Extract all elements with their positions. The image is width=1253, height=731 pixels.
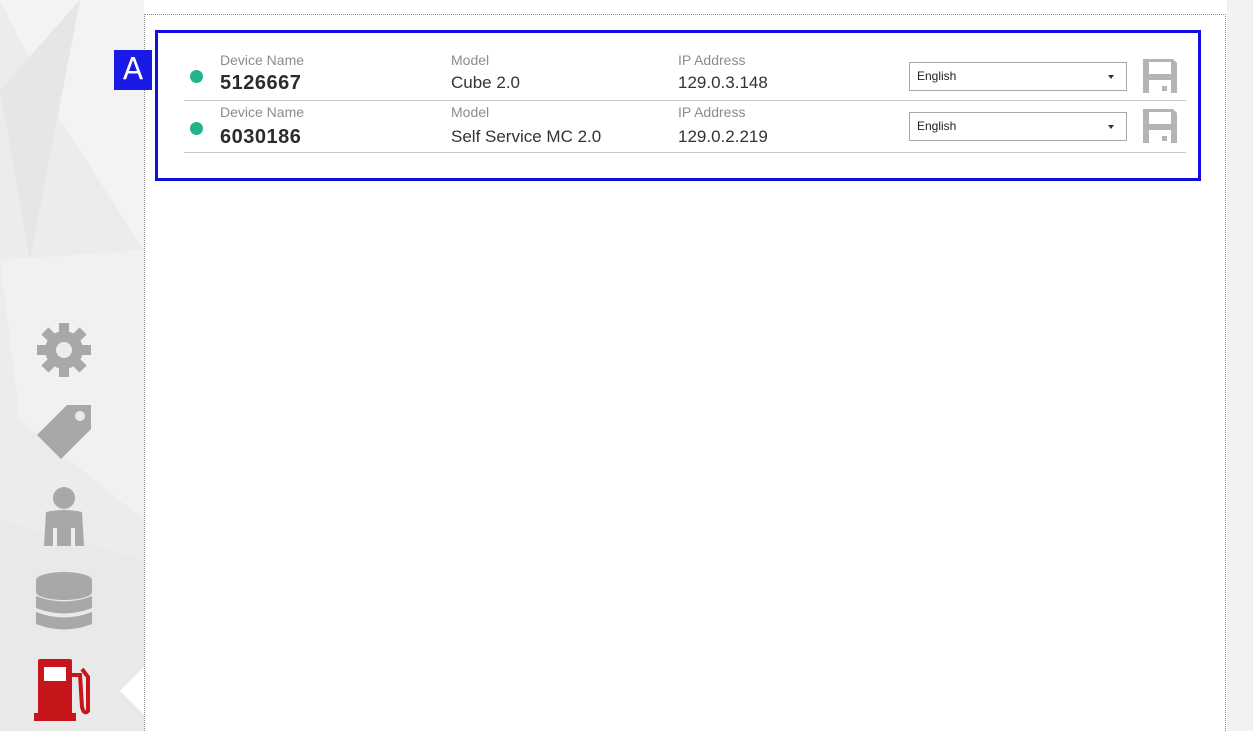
annotation-badge: A	[114, 50, 152, 90]
floppy-disk-icon	[1143, 109, 1177, 143]
ip-address-value: 129.0.2.219	[678, 127, 768, 146]
device-name-value: 5126667	[220, 72, 302, 94]
sidebar-item-settings[interactable]	[28, 316, 100, 384]
device-row: Device Name 5126667 Model Cube 2.0 IP Ad…	[184, 51, 1186, 101]
language-select[interactable]: English	[909, 112, 1127, 141]
device-name-value: 6030186	[220, 126, 302, 148]
person-icon	[44, 487, 84, 546]
floppy-disk-icon	[1143, 59, 1177, 93]
model-label: Model	[451, 52, 490, 68]
save-button[interactable]	[1141, 57, 1179, 95]
device-name-label: Device Name	[220, 52, 305, 68]
gear-icon	[37, 323, 91, 377]
chevron-down-icon	[1108, 75, 1114, 79]
sidebar-item-database[interactable]	[28, 569, 100, 637]
language-select-value: English	[917, 119, 957, 133]
fuel-pump-icon	[34, 659, 90, 721]
sidebar-item-users[interactable]	[28, 482, 100, 550]
language-select-value: English	[917, 69, 957, 83]
tag-icon	[37, 405, 91, 459]
ip-address-label: IP Address	[678, 104, 746, 120]
ip-address-label: IP Address	[678, 52, 746, 68]
sidebar-item-tags[interactable]	[28, 398, 100, 466]
chevron-down-icon	[1108, 125, 1114, 129]
model-value: Self Service MC 2.0	[451, 127, 602, 146]
active-nav-pointer	[120, 667, 144, 715]
model-value: Cube 2.0	[451, 73, 520, 92]
database-icon	[36, 572, 92, 630]
model-label: Model	[451, 104, 490, 120]
device-row: Device Name 6030186 Model Self Service M…	[184, 103, 1186, 153]
status-indicator-online	[190, 122, 203, 135]
device-name-label: Device Name	[220, 104, 305, 120]
save-button[interactable]	[1141, 107, 1179, 145]
status-indicator-online	[190, 70, 203, 83]
ip-address-value: 129.0.3.148	[678, 73, 768, 92]
sidebar-item-fuel-station[interactable]	[28, 655, 100, 723]
sidebar-nav	[0, 0, 144, 731]
right-edge-strip	[1227, 0, 1253, 731]
language-select[interactable]: English	[909, 62, 1127, 91]
